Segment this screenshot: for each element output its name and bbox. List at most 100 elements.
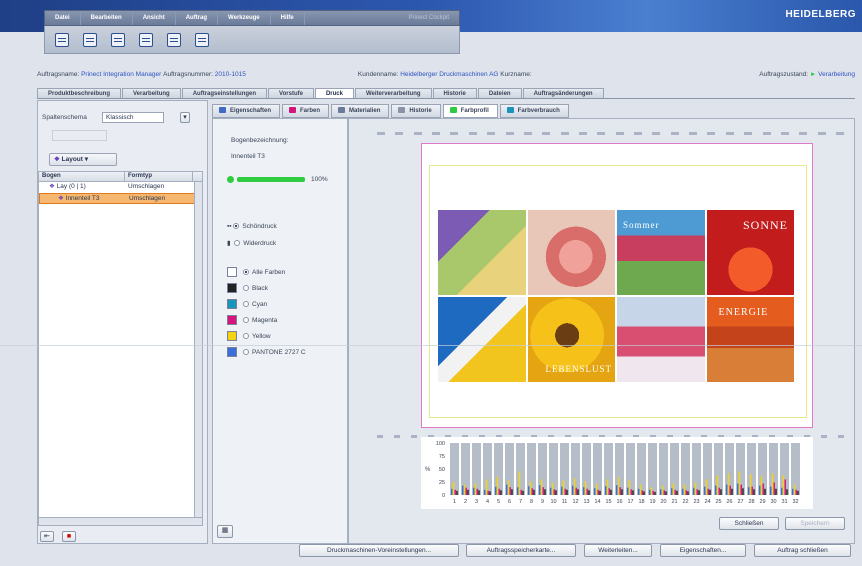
radio-black[interactable] — [243, 285, 249, 291]
tab-vorstufe[interactable]: Vorstufe — [268, 88, 314, 98]
tab-verarbeitung[interactable]: Verarbeitung — [122, 88, 181, 98]
col-bogen[interactable]: Bogen — [39, 172, 125, 181]
color-option-pantone[interactable]: PANTONE 2727 C — [243, 349, 306, 356]
row-type: Umschlagen — [129, 195, 166, 202]
ink-bar — [716, 475, 719, 495]
press-sheet-preview[interactable]: Sommer SONNE LEBENSLUST ENERGIE — [421, 143, 813, 428]
menu-bearbeiten[interactable]: Bearbeiten — [81, 11, 133, 25]
radio-yellow[interactable] — [243, 333, 249, 339]
col-formtyp[interactable]: Formtyp — [125, 172, 193, 181]
tree-row-lay[interactable]: ❖ Lay (0 | 1) Umschlagen — [39, 182, 202, 193]
ink-bar — [676, 490, 678, 495]
tab-farbprofil[interactable]: Farbprofil — [442, 104, 498, 118]
save-small-button[interactable]: Speichern — [785, 517, 845, 530]
schema-select[interactable]: Klassisch — [102, 112, 164, 123]
export-icon[interactable] — [139, 32, 153, 47]
color-option-yellow[interactable]: Yellow — [243, 333, 271, 340]
schema-label: Spaltenschema — [42, 114, 87, 121]
tab-auftragsaenderungen[interactable]: Auftragsänderungen — [522, 88, 604, 98]
tab-farbverbrauch[interactable]: Farbverbrauch — [499, 104, 569, 118]
x-tick-label: 4 — [486, 499, 489, 505]
x-tick-label: 22 — [682, 499, 688, 505]
tree-row-innenteil[interactable]: ❖ Innenteil T3 Umschlagen — [39, 193, 202, 204]
ink-bar — [628, 480, 631, 495]
tab-historie[interactable]: Historie — [432, 88, 477, 98]
ink-bar — [775, 488, 777, 495]
tab-dateien[interactable]: Dateien — [477, 88, 522, 98]
ink-bar — [638, 488, 640, 495]
ink-bar — [577, 489, 579, 495]
palette-icon[interactable]: ▦ — [217, 525, 233, 538]
sheet-text-2: SONNE — [742, 218, 788, 232]
tab-historie-sub[interactable]: Historie — [391, 104, 441, 118]
menu-datei[interactable]: Datei — [45, 11, 81, 25]
tab-produktbeschreibung[interactable]: Produktbeschreibung — [37, 88, 122, 98]
job-name-label: Auftragsname: — [37, 71, 80, 78]
document-icon[interactable] — [167, 32, 181, 47]
color-option-magenta[interactable]: Magenta — [243, 317, 277, 324]
properties-button[interactable]: Eigenschaften... — [660, 544, 746, 557]
ink-bar — [451, 488, 453, 495]
job-folder-icon[interactable] — [111, 32, 125, 47]
menu-werkzeuge[interactable]: Werkzeuge — [218, 11, 271, 25]
ink-bar — [522, 490, 524, 495]
ink-bar — [566, 489, 568, 495]
save-icon[interactable] — [195, 32, 209, 47]
ink-bar — [476, 488, 478, 495]
close-job-button[interactable]: Auftrag schließen — [754, 544, 851, 557]
tab-auftragseinstellungen[interactable]: Auftragseinstellungen — [181, 88, 268, 98]
tree-horizontal-scrollbar[interactable] — [39, 517, 202, 525]
front-side-option[interactable]: ▪▪ Schöndruck — [227, 223, 277, 230]
tab-farben[interactable]: Farben — [282, 104, 330, 118]
ink-bar — [737, 483, 739, 495]
job-card-button[interactable]: Auftragsspeicherkarte... — [466, 544, 576, 557]
ink-bar — [650, 487, 653, 495]
ink-bar — [550, 487, 552, 495]
layout-button[interactable]: ❖ Layout ▾ — [49, 153, 117, 166]
color-label: Yellow — [252, 333, 271, 340]
materials-icon — [338, 107, 346, 113]
tab-eigenschaften[interactable]: Eigenschaften — [212, 104, 281, 118]
menu-ansicht[interactable]: Ansicht — [133, 11, 176, 25]
ink-bar — [738, 471, 741, 495]
job-info-bar: Auftragsname: Prinect Integration Manage… — [37, 71, 855, 81]
flower-tile-2 — [527, 210, 615, 295]
flower-tile-3: Sommer — [617, 210, 705, 295]
chevron-down-icon[interactable]: ▾ — [180, 112, 190, 123]
press-settings-button[interactable]: Druckmaschinen-Voreinstellungen... — [299, 544, 459, 557]
print-icon[interactable] — [83, 32, 97, 47]
color-option-all[interactable]: Alle Farben — [243, 269, 285, 276]
open-job-icon[interactable] — [55, 32, 69, 47]
tab-label: Farbverbrauch — [517, 108, 560, 114]
tab-druck[interactable]: Druck — [314, 88, 354, 98]
radio-front[interactable] — [233, 223, 240, 229]
radio-magenta[interactable] — [243, 317, 249, 323]
row-name: Innenteil T3 — [65, 195, 100, 202]
tree-header: Bogen Formtyp — [39, 172, 202, 182]
x-tick-label: 16 — [616, 499, 622, 505]
close-small-button[interactable]: Schließen — [719, 517, 779, 530]
swatch-magenta — [227, 315, 237, 325]
menu-auftrag[interactable]: Auftrag — [176, 11, 219, 25]
tab-label: Historie — [409, 108, 432, 114]
color-option-cyan[interactable]: Cyan — [243, 301, 267, 308]
ink-bar — [740, 484, 742, 495]
forward-button[interactable]: Weiterleiten... — [584, 544, 652, 557]
radio-back[interactable] — [234, 240, 241, 246]
tab-materialien[interactable]: Materialien — [331, 104, 390, 118]
radio-all[interactable] — [243, 269, 249, 275]
radio-cyan[interactable] — [243, 301, 249, 307]
stop-icon[interactable]: ■ — [62, 531, 76, 542]
flower-tile-5 — [438, 297, 526, 382]
menu-hilfe[interactable]: Hilfe — [271, 11, 305, 25]
ink-bar — [575, 487, 577, 495]
tree-vertical-scrollbar[interactable] — [194, 182, 202, 517]
color-option-black[interactable]: Black — [243, 285, 268, 292]
back-side-option[interactable]: ▮ Widerdruck — [227, 239, 276, 247]
x-tick-label: 18 — [638, 499, 644, 505]
ink-bar — [496, 476, 499, 495]
ink-bar — [663, 490, 665, 495]
radio-pantone[interactable] — [243, 349, 249, 355]
tab-weiterverarbeitung[interactable]: Weiterverarbeitung — [354, 88, 432, 98]
back-icon[interactable]: ⇤ — [40, 531, 54, 542]
